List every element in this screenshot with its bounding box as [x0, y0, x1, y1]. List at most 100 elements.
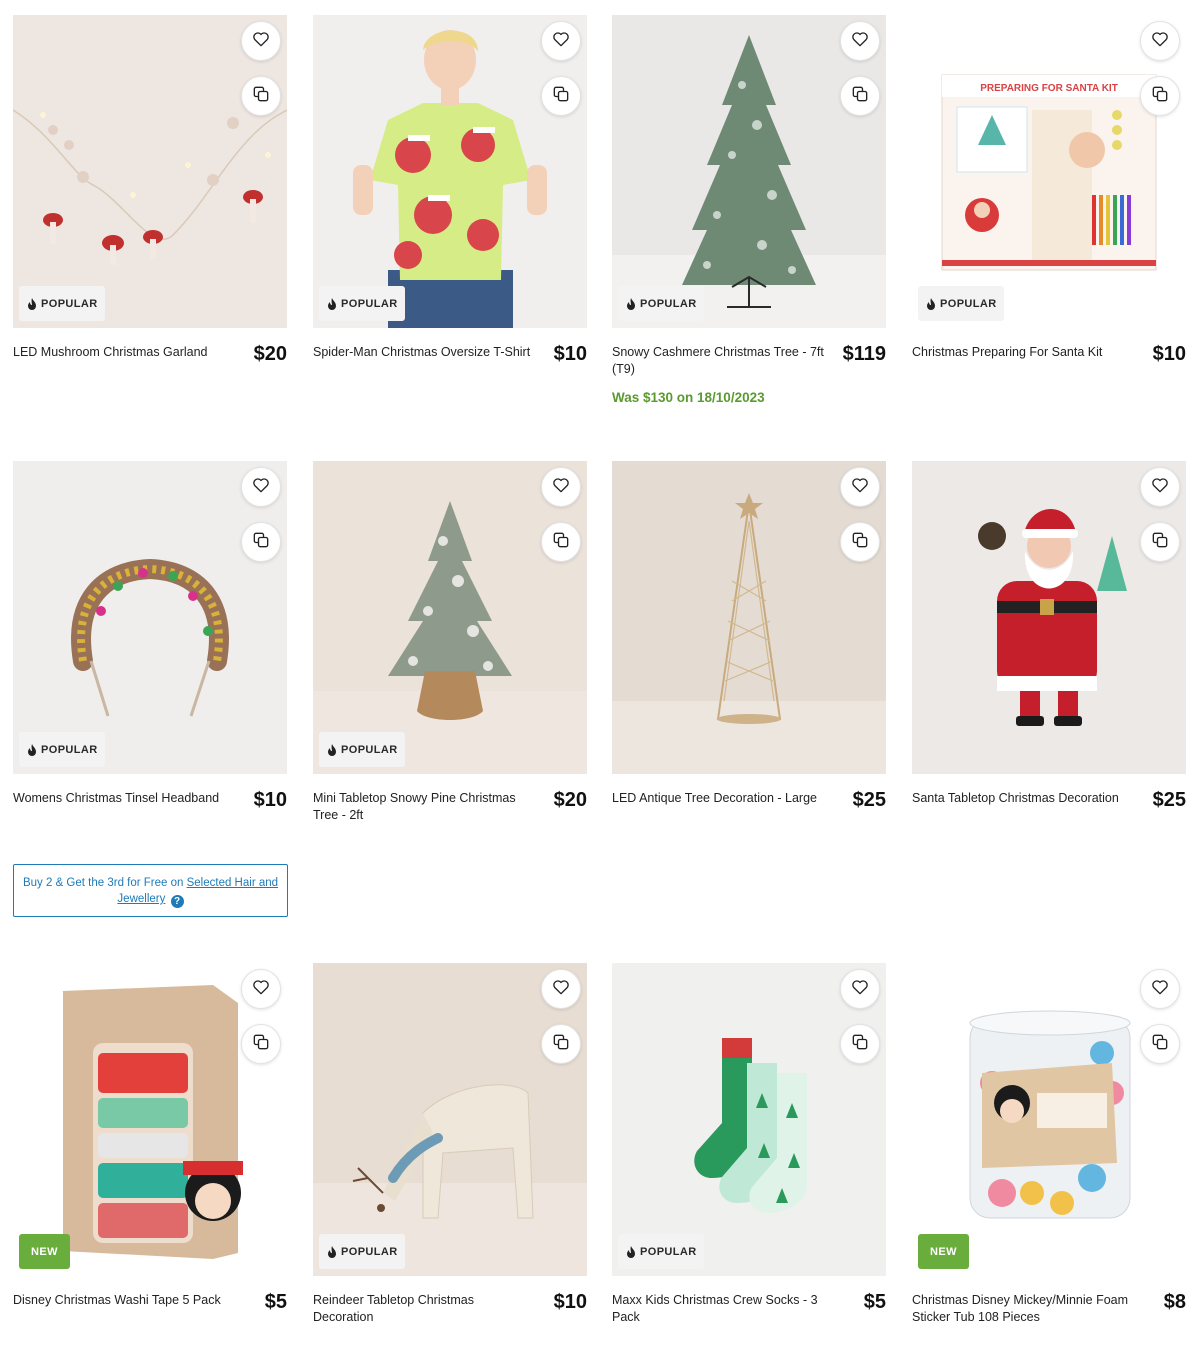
product-card[interactable]: POPULAR Snowy Cashmere Christmas Tree - …	[612, 15, 886, 405]
compare-button[interactable]	[241, 1024, 281, 1064]
heart-icon	[251, 977, 271, 1002]
product-image[interactable]: POPULAR	[313, 15, 587, 328]
santa-kit-image: PREPARING FOR SANTA KIT	[941, 74, 1157, 271]
favourite-button[interactable]	[1140, 21, 1180, 61]
product-title[interactable]: Spider-Man Christmas Oversize T-Shirt	[313, 344, 533, 361]
product-image[interactable]: POPULAR	[313, 461, 587, 774]
favourite-button[interactable]	[840, 467, 880, 507]
compare-button[interactable]	[840, 1024, 880, 1064]
compare-button[interactable]	[840, 76, 880, 116]
product-title[interactable]: Disney Christmas Washi Tape 5 Pack	[13, 1292, 233, 1309]
flame-icon	[627, 1245, 635, 1258]
product-price: $5	[264, 1291, 287, 1313]
product-title[interactable]: Christmas Disney Mickey/Minnie Foam Stic…	[912, 1292, 1132, 1325]
product-price: $8	[1163, 1291, 1186, 1313]
product-title[interactable]: LED Mushroom Christmas Garland	[13, 344, 233, 361]
favourite-button[interactable]	[840, 969, 880, 1009]
favourite-button[interactable]	[1140, 969, 1180, 1009]
compare-button[interactable]	[1140, 76, 1180, 116]
compare-button[interactable]	[1140, 1024, 1180, 1064]
product-card[interactable]: LED Antique Tree Decoration - Large $25	[612, 461, 886, 810]
favourite-button[interactable]	[541, 467, 581, 507]
popular-badge: POPULAR	[618, 1234, 704, 1269]
compare-icon	[850, 84, 870, 109]
badge-label: POPULAR	[341, 297, 398, 310]
product-title[interactable]: Christmas Preparing For Santa Kit	[912, 344, 1132, 361]
heart-icon	[551, 475, 571, 500]
flame-icon	[328, 297, 336, 310]
heart-icon	[251, 475, 271, 500]
compare-button[interactable]	[541, 76, 581, 116]
product-title[interactable]: Womens Christmas Tinsel Headband	[13, 790, 233, 807]
compare-button[interactable]	[241, 76, 281, 116]
favourite-button[interactable]	[241, 21, 281, 61]
product-card[interactable]: POPULAR Maxx Kids Christmas Crew Socks -…	[612, 963, 886, 1325]
flame-icon	[328, 1245, 336, 1258]
product-title[interactable]: Maxx Kids Christmas Crew Socks - 3 Pack	[612, 1292, 832, 1325]
product-price: $20	[553, 789, 587, 811]
favourite-button[interactable]	[541, 969, 581, 1009]
heart-icon	[551, 29, 571, 54]
product-card[interactable]: POPULAR Womens Christmas Tinsel Headband…	[13, 461, 287, 810]
favourite-button[interactable]	[241, 467, 281, 507]
product-card[interactable]: POPULAR LED Mushroom Christmas Garland $…	[13, 15, 287, 364]
heart-icon	[850, 29, 870, 54]
compare-icon	[850, 530, 870, 555]
compare-button[interactable]	[840, 522, 880, 562]
product-price: $10	[553, 1291, 587, 1313]
product-card[interactable]: NEW Disney Christmas Washi Tape 5 Pack $…	[13, 963, 287, 1313]
favourite-button[interactable]	[541, 21, 581, 61]
favourite-button[interactable]	[241, 969, 281, 1009]
compare-icon	[551, 530, 571, 555]
product-title[interactable]: Mini Tabletop Snowy Pine Christmas Tree …	[313, 790, 533, 823]
product-image[interactable]: POPULAR	[13, 15, 287, 328]
product-card[interactable]: PREPARING FOR SANTA KIT POPULAR Christma…	[912, 15, 1186, 364]
product-title[interactable]: Reindeer Tabletop Christmas Decoration	[313, 1292, 533, 1325]
favourite-button[interactable]	[840, 21, 880, 61]
product-card[interactable]: POPULAR Spider-Man Christmas Oversize T-…	[313, 15, 587, 365]
heart-icon	[850, 977, 870, 1002]
heart-icon	[1150, 29, 1170, 54]
badge-label: POPULAR	[341, 743, 398, 756]
compare-icon	[1150, 530, 1170, 555]
compare-icon	[1150, 1032, 1170, 1057]
product-price: $119	[842, 343, 886, 365]
product-title[interactable]: Snowy Cashmere Christmas Tree - 7ft (T9)	[612, 344, 832, 377]
question-icon[interactable]: ?	[170, 895, 184, 908]
crew-socks-image	[694, 1038, 807, 1213]
compare-button[interactable]	[541, 522, 581, 562]
product-card[interactable]: NEW Christmas Disney Mickey/Minnie Foam …	[912, 963, 1186, 1325]
product-image[interactable]: POPULAR	[612, 963, 886, 1276]
flame-icon	[28, 743, 36, 756]
product-image[interactable]: NEW	[13, 963, 287, 1276]
compare-icon	[551, 84, 571, 109]
compare-button[interactable]	[541, 1024, 581, 1064]
product-image[interactable]	[612, 461, 886, 774]
product-price: $25	[1152, 789, 1186, 811]
compare-button[interactable]	[1140, 522, 1180, 562]
product-card[interactable]: POPULAR Mini Tabletop Snowy Pine Christm…	[313, 461, 587, 823]
badge-label: POPULAR	[640, 1245, 697, 1258]
reindeer-decoration-image	[313, 1084, 587, 1276]
product-image[interactable]: POPULAR	[612, 15, 886, 328]
product-image[interactable]: POPULAR	[313, 963, 587, 1276]
product-card[interactable]: Santa Tabletop Christmas Decoration $25	[912, 461, 1186, 811]
product-card[interactable]: POPULAR Reindeer Tabletop Christmas Deco…	[313, 963, 587, 1325]
product-title[interactable]: Santa Tabletop Christmas Decoration	[912, 790, 1132, 807]
product-image[interactable]: POPULAR	[13, 461, 287, 774]
product-title[interactable]: LED Antique Tree Decoration - Large	[612, 790, 832, 807]
product-price: $10	[553, 343, 587, 365]
product-image[interactable]: NEW	[912, 963, 1186, 1276]
promo-banner: Buy 2 & Get the 3rd for Free on Selected…	[13, 864, 288, 917]
product-image[interactable]	[912, 461, 1186, 774]
badge-label: POPULAR	[41, 743, 98, 756]
spiderman-tshirt-image	[353, 30, 547, 328]
was-price: Was $130 on 18/10/2023	[612, 390, 765, 405]
kit-box-title: PREPARING FOR SANTA KIT	[980, 83, 1118, 94]
heart-icon	[850, 475, 870, 500]
compare-button[interactable]	[241, 522, 281, 562]
favourite-button[interactable]	[1140, 467, 1180, 507]
mushroom-garland-image	[13, 109, 287, 265]
product-image[interactable]: PREPARING FOR SANTA KIT POPULAR	[912, 15, 1186, 328]
badge-label: POPULAR	[640, 297, 697, 310]
